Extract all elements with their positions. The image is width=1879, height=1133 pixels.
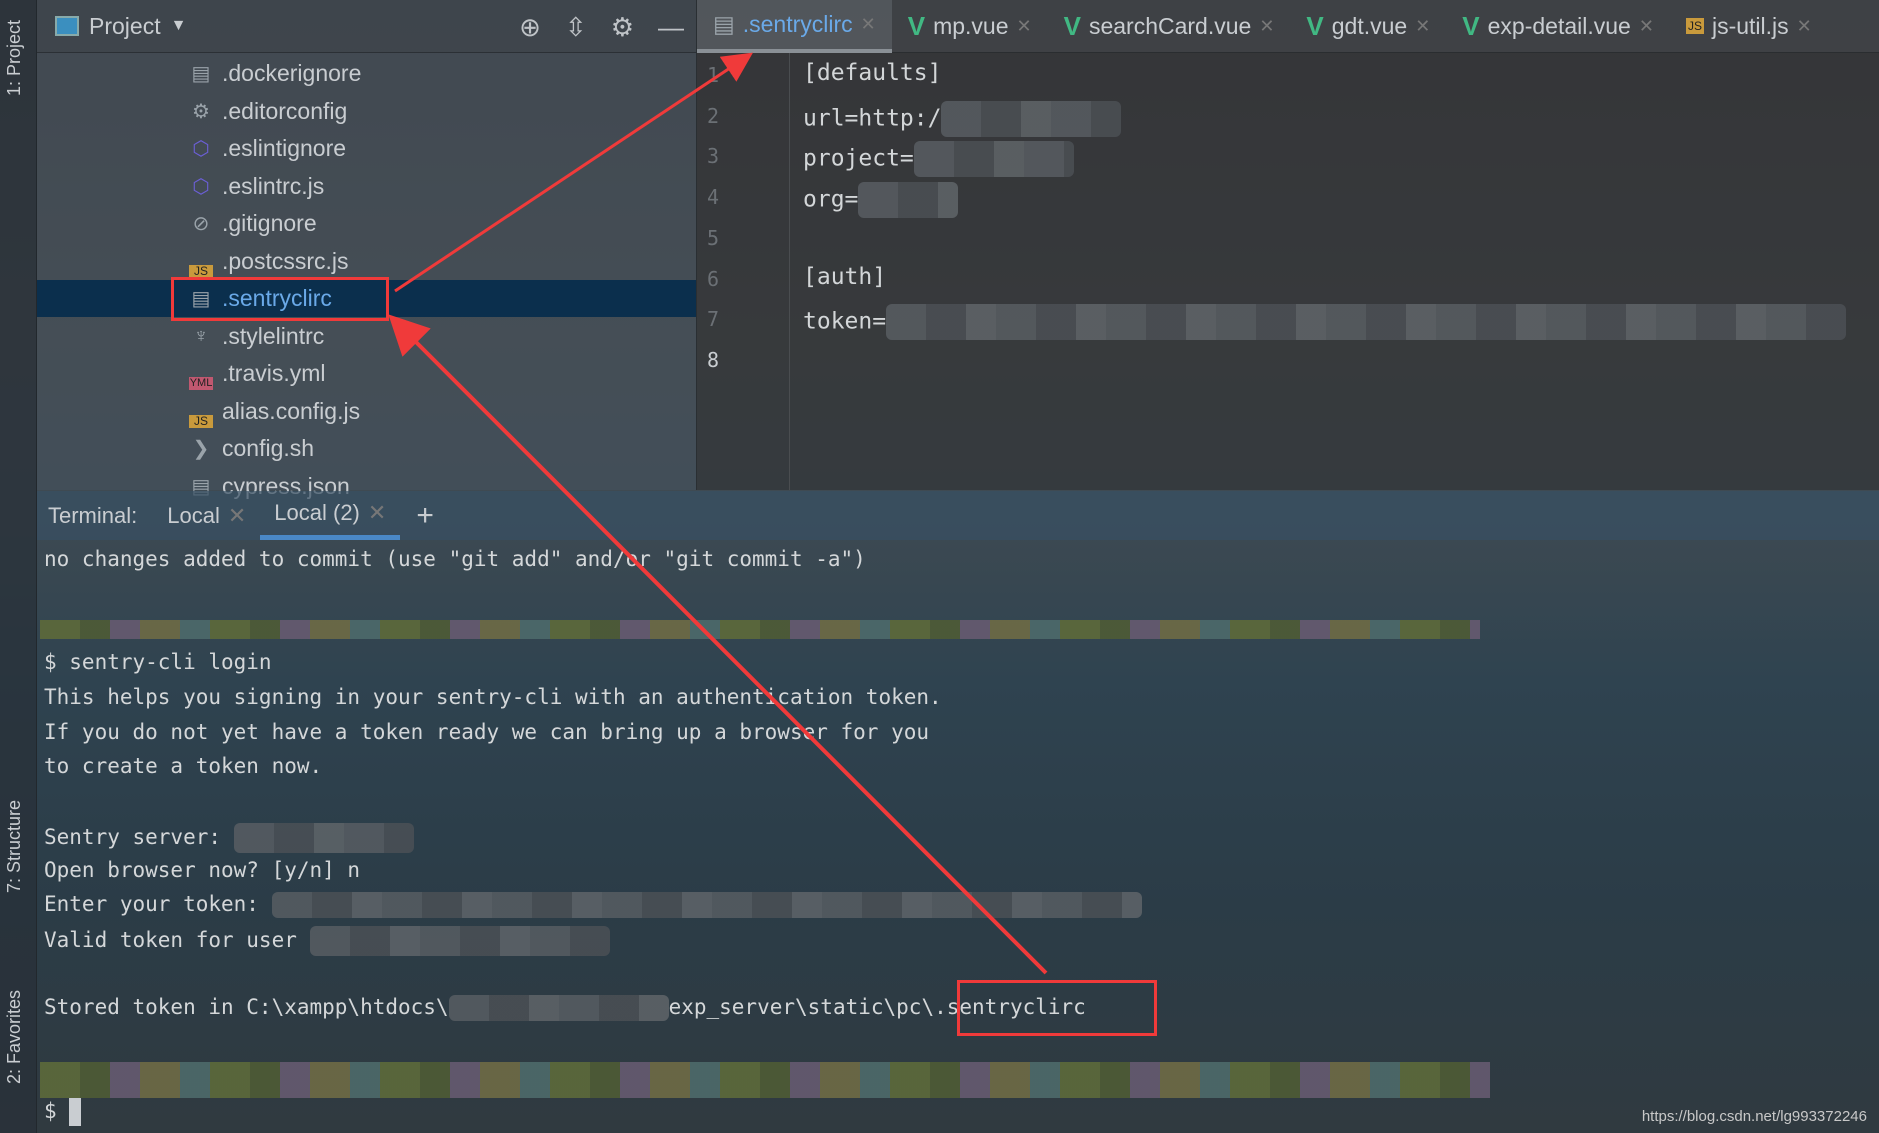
watermark: https://blog.csdn.net/lg993372246 [1641,1108,1867,1125]
arrow-to-tree-item [388,314,1048,975]
arrow-to-editor-tab [394,52,753,293]
annotation-arrows [388,52,1048,975]
